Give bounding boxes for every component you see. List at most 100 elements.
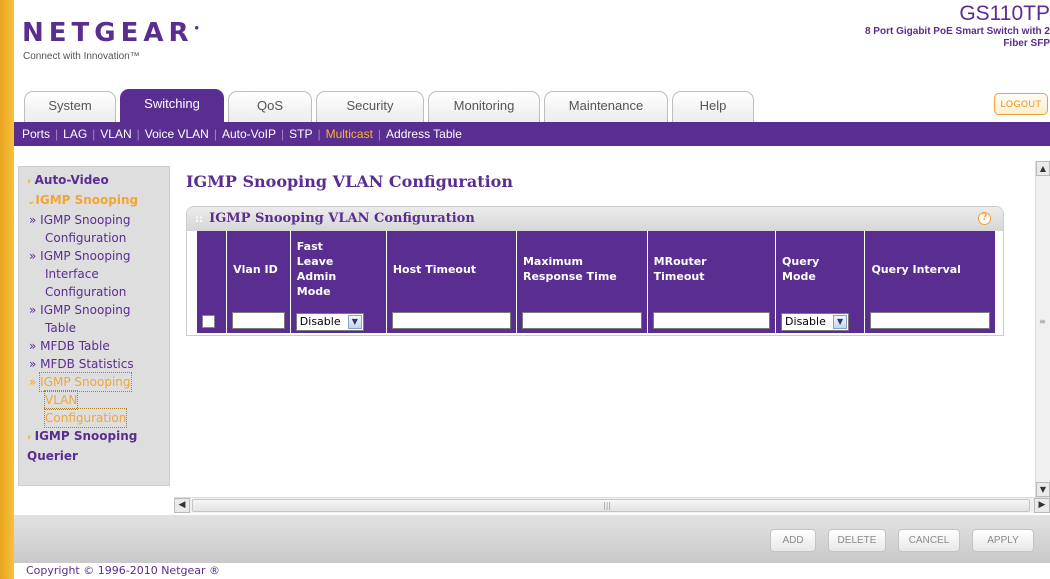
window-edge [0,0,14,579]
leftnav-item-label: MFDB Statistics [40,357,134,371]
fast-leave-select[interactable]: Disable ▼ [295,312,364,331]
subnav-voice-vlan[interactable]: Voice VLAN [145,127,209,141]
col-label: Query Interval [871,262,961,276]
drag-handle-icon: :: [195,212,204,225]
cancel-button[interactable]: CANCEL [898,529,960,552]
subnav-stp[interactable]: STP [289,127,312,141]
config-panel: :: IGMP Snooping VLAN Configuration ? Vla… [186,206,1004,336]
subnav-address-table[interactable]: Address Table [386,127,462,141]
mrouter-timeout-input[interactable] [652,311,771,329]
subnav-ports[interactable]: Ports [22,127,50,141]
double-chevron-icon: » [29,303,37,317]
cell-query-interval [864,307,995,333]
apply-button[interactable]: APPLY [972,529,1034,552]
leftnav-item-label: MFDB Table [40,339,110,353]
panel-header: :: IGMP Snooping VLAN Configuration ? [187,207,1003,231]
table-header-row: Vlan ID Fast Leave Admin Mode Host Timeout … [197,231,995,307]
subnav-vlan[interactable]: VLAN [100,127,131,141]
leftnav-igmp-snooping-interface-configuration[interactable]: » IGMP Snooping Interface Configuration [19,247,169,301]
row-checkbox[interactable] [202,314,215,328]
max-response-time-input[interactable] [521,311,642,329]
subnav-multicast[interactable]: Multicast [326,127,373,141]
scroll-grip-icon: ||| [603,501,612,510]
double-chevron-icon: » [29,213,37,227]
host-timeout-input[interactable] [391,311,511,329]
col-label: Leave [296,255,334,268]
col-label: MRouter [653,255,707,268]
col-vlan-id: Vlan ID [226,231,291,307]
cell-fast-leave: Disable ▼ [290,307,387,333]
leftnav-igmp-snooping-label: IGMP Snooping [35,193,139,207]
vlan-id-input[interactable] [232,311,285,329]
scroll-right-icon[interactable]: ▶ [1034,498,1050,513]
chevron-right-icon: › [27,176,35,187]
logout-button[interactable]: LOGOUT [994,93,1048,115]
chevron-down-icon: ▼ [347,314,362,329]
sub-navigation: Ports | LAG | VLAN | Voice VLAN | Auto-VoIP | STP |… [14,122,1050,146]
chevron-down-icon: ▼ [833,314,848,329]
delete-button[interactable]: DELETE [828,529,886,552]
fast-leave-value: Disable [299,314,341,328]
subnav-separator: | [280,127,285,141]
subnav-separator: | [55,127,59,141]
horizontal-scroll-thumb[interactable]: ||| [192,499,1030,512]
netgear-logo: NETGEAR• [22,18,200,48]
leftnav-igmp-snooping-configuration[interactable]: » IGMP Snooping Configuration [19,211,169,247]
tab-monitoring[interactable]: Monitoring [428,91,540,122]
query-mode-select[interactable]: Disable ▼ [781,312,850,331]
main-content: IGMP Snooping VLAN Configuration :: IGMP … [180,160,1032,490]
tab-security[interactable]: Security [316,91,424,122]
cell-vlan-id [226,307,291,333]
tab-system[interactable]: System [24,91,116,122]
main-tabs: System Switching QoS Security Monitoring… [14,86,1050,123]
leftnav-igmp-snooping-querier[interactable]: › IGMP Snooping Querier [19,427,169,465]
model-info: GS110TP 8 Port Gigabit PoE Smart Switch … [850,2,1050,50]
subnav-separator: | [136,127,140,141]
tab-switching[interactable]: Switching [120,89,224,123]
add-button[interactable]: ADD [770,529,816,552]
leftnav-igmp-snooping-table[interactable]: » IGMP Snooping Table [19,301,169,337]
double-chevron-icon: » [29,357,37,371]
horizontal-scrollbar[interactable]: ◀ ||| ▶ [174,497,1050,513]
col-label: Mode [296,285,331,298]
cell-max-response [516,307,648,333]
table-row: Disable ▼ Disable ▼ [197,307,995,333]
query-mode-value: Disable [785,314,826,328]
tab-qos[interactable]: QoS [228,91,312,122]
page-frame: NETGEAR• Connect with Innovation™ GS110T… [14,0,1050,579]
subnav-auto-voip[interactable]: Auto-VoIP [222,127,276,141]
scroll-left-icon[interactable]: ◀ [174,498,190,513]
col-query-mode: Query Mode [775,231,866,307]
col-label: Fast [296,240,323,253]
col-host-timeout: Host Timeout [386,231,517,307]
tab-help[interactable]: Help [672,91,754,122]
help-icon[interactable]: ? [978,212,991,225]
cell-host-timeout [386,307,517,333]
model-description: 8 Port Gigabit PoE Smart Switch with 2 F… [864,26,1050,49]
double-chevron-icon: » [29,375,37,389]
leftnav-mfdb-statistics[interactable]: » MFDB Statistics [19,355,169,373]
scroll-up-icon[interactable]: ▲ [1036,161,1050,176]
subnav-separator: | [213,127,217,141]
tab-maintenance[interactable]: Maintenance [544,91,668,122]
subnav-lag[interactable]: LAG [63,127,87,141]
double-chevron-icon: » [29,249,37,263]
leftnav-item-label: IGMP Snooping [40,213,131,227]
action-bar: ADD DELETE CANCEL APPLY [14,515,1050,563]
logo-text: NETGEAR [22,18,194,48]
subnav-separator: | [317,127,321,141]
col-label: Timeout [653,270,705,283]
leftnav-mfdb-table[interactable]: » MFDB Table [19,337,169,355]
leftnav-igmp-snooping-vlan-configuration[interactable]: » IGMP Snooping VLAN Configuration [19,372,169,428]
leftnav-item-label: Configuration [45,285,127,299]
query-interval-input[interactable] [870,311,990,329]
header: NETGEAR• Connect with Innovation™ GS110T… [14,0,1050,88]
leftnav-auto-video[interactable]: › Auto-Video [19,171,169,191]
leftnav-item-label: Configuration [45,231,127,245]
vertical-scrollbar[interactable]: ▲ ≡ ▼ [1035,161,1050,497]
leftnav-igmp-snooping[interactable]: ⌄IGMP Snooping [19,191,169,211]
leftnav-item-label: Interface [45,267,99,281]
scroll-down-icon[interactable]: ▼ [1036,482,1050,497]
col-max-response: Maximum Response Time [516,231,648,307]
leftnav-auto-video-label: Auto-Video [34,173,109,187]
